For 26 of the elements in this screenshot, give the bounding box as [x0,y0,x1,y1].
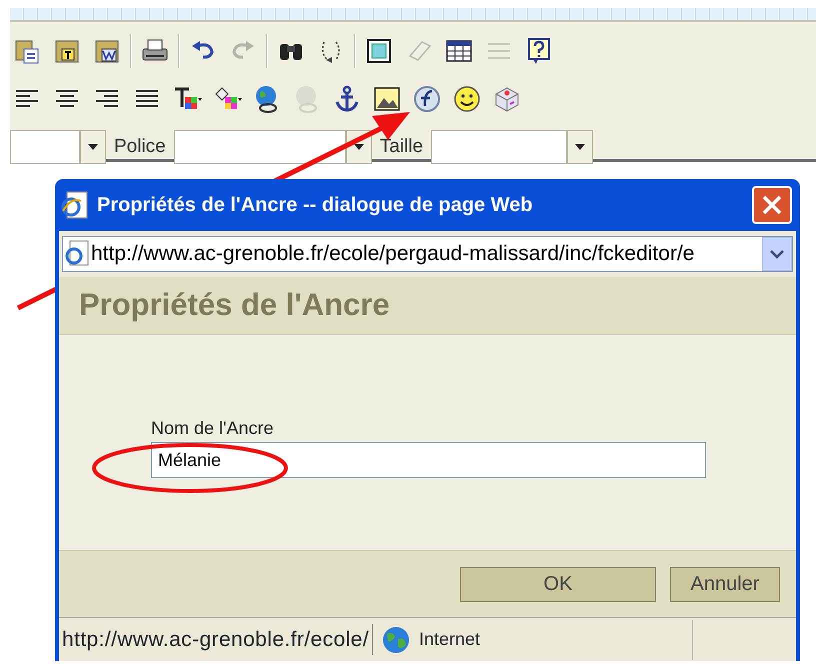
cancel-button[interactable]: Annuler [670,566,780,602]
combo-label: Taille [378,134,424,159]
dropdown-field[interactable] [431,130,568,164]
ok-button[interactable]: OK [460,566,656,602]
chevron-icon [770,249,784,259]
dialog-heading: Propriétés de l'Ancre [79,286,390,324]
select-all-icon[interactable] [364,36,394,66]
smiley-icon[interactable] [452,84,482,114]
caret-icon [575,144,586,150]
dropdown-field[interactable] [10,130,80,164]
status-url: http://www.ac-grenoble.fr/ecole/ [59,624,373,656]
globe-icon [380,624,411,654]
combo-label: Police [113,134,167,159]
close-button[interactable] [752,186,792,224]
dropdown-button[interactable] [80,130,106,164]
field-label: Nom de l'Ancre [151,417,274,440]
dropdown-field[interactable] [174,130,346,164]
flash-icon[interactable] [412,84,442,114]
caret-icon [354,144,364,150]
caret-icon [88,144,98,150]
close-icon [761,194,783,216]
anchor-name-field[interactable]: Mélanie [151,442,706,478]
dropdown-button[interactable] [567,130,594,164]
address-field[interactable]: http://www.ac-grenoble.fr/ecole/pergaud-malissard/inc/fckeditor/e [62,236,793,272]
security-zone: Internet [418,628,480,651]
window-title: Propriétés de l'Ancre -- dialogue de page Web [97,193,534,218]
